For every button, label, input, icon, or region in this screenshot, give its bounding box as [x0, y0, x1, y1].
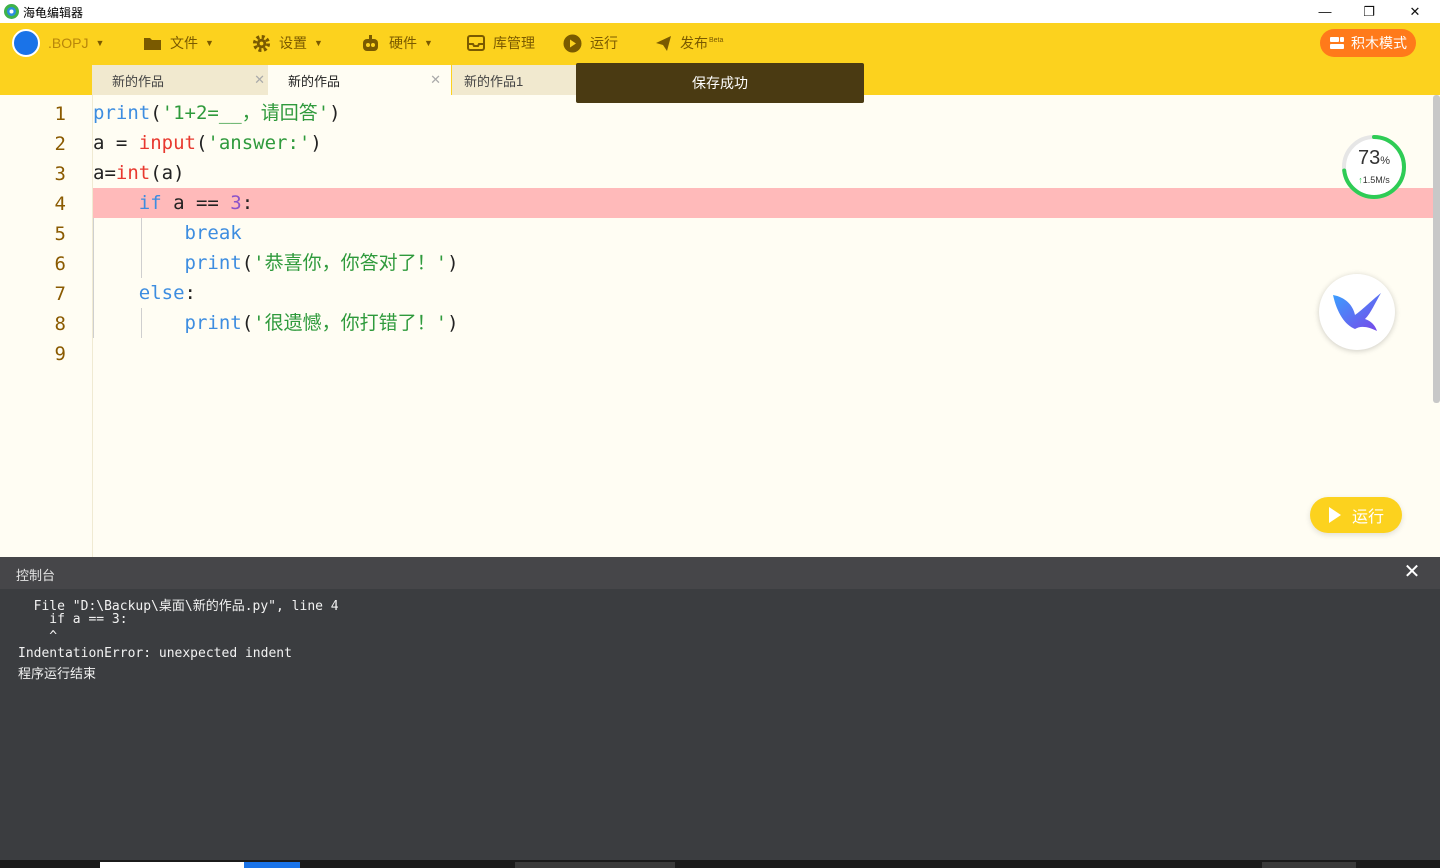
file-menu[interactable]: 文件 ▼: [143, 23, 214, 63]
code-line[interactable]: print('恭喜你，你答对了！'): [93, 248, 459, 278]
os-taskbar: [0, 860, 1440, 868]
paper-plane-icon: [656, 35, 671, 51]
line-number: 1: [54, 103, 66, 125]
taskbar-item[interactable]: [515, 862, 675, 868]
console-output-line: ^: [18, 629, 58, 644]
run-button-label: 运行: [1351, 509, 1384, 526]
line-number-gutter: 1 2 3 4 5 6 7 8 9: [0, 95, 93, 557]
taskbar-item[interactable]: [244, 862, 300, 868]
taskbar-clock: [1262, 862, 1356, 868]
user-name: .BOPJ: [48, 35, 89, 51]
play-circle-icon: [563, 34, 582, 52]
close-icon[interactable]: ✕: [254, 72, 265, 88]
hardware-menu-label: 硬件: [389, 35, 417, 51]
blocks-icon: [1330, 37, 1344, 49]
line-number: 2: [54, 133, 66, 155]
console-output-line: 程序运行结束: [18, 667, 97, 682]
tab-label: 新的作品: [112, 73, 165, 89]
tab-label: 新的作品1: [464, 73, 524, 89]
run-menu-button[interactable]: 运行: [563, 23, 618, 63]
line-number: 5: [54, 223, 66, 245]
publish-label: 发布: [680, 35, 708, 51]
run-button[interactable]: 运行: [1310, 497, 1402, 533]
library-label: 库管理: [493, 35, 535, 51]
line-number: 4: [54, 193, 66, 215]
chevron-down-icon: ▼: [205, 38, 214, 48]
code-line[interactable]: print('1+2=__，请回答'): [93, 98, 341, 128]
minimize-button[interactable]: —: [1302, 0, 1348, 23]
block-mode-label: 积木模式: [1351, 35, 1407, 51]
close-icon[interactable]: ✕: [1402, 562, 1422, 582]
publish-button[interactable]: 发布 Beta: [655, 23, 723, 63]
close-icon[interactable]: ✕: [430, 72, 441, 88]
percent-sign: %: [1380, 155, 1391, 167]
code-line[interactable]: print('很遗憾，你打错了！'): [93, 308, 459, 338]
tab-file-2[interactable]: 新的作品 ✕: [268, 65, 451, 95]
code-line[interactable]: a=int(a): [93, 158, 185, 188]
editor-scrollbar[interactable]: [1433, 95, 1440, 403]
gear-icon: [252, 34, 271, 52]
tab-file-1[interactable]: 新的作品 ✕: [92, 65, 275, 95]
play-icon: [1328, 507, 1341, 523]
line-number: 3: [54, 163, 66, 185]
title-bar: 海龟编辑器 — ❐ ✕: [0, 0, 1440, 23]
code-line[interactable]: if a == 3:: [93, 188, 253, 218]
restore-button[interactable]: ❐: [1346, 0, 1392, 23]
taskbar-item[interactable]: [100, 862, 244, 868]
user-menu[interactable]: .BOPJ ▼: [48, 23, 104, 63]
console-output-line: if a == 3:: [18, 612, 128, 627]
console-output-line: IndentationError: unexpected indent: [18, 646, 292, 661]
library-button[interactable]: 库管理: [467, 23, 535, 63]
code-line[interactable]: break: [93, 218, 242, 248]
beta-badge: Beta: [709, 36, 724, 44]
line-number: 8: [54, 313, 66, 335]
main-toolbar: .BOPJ ▼ 文件 ▼ 设置 ▼ 硬件 ▼ 库管理 运行 发布 Beta 积木…: [0, 23, 1440, 63]
code-editor[interactable]: 1 2 3 4 5 6 7 8 9 print('1+2=__，请回答') a =…: [0, 95, 1440, 557]
robot-icon: [363, 34, 378, 51]
line-number: 6: [54, 253, 66, 275]
tab-label: 新的作品: [288, 73, 341, 89]
block-mode-button[interactable]: 积木模式: [1320, 29, 1416, 57]
folder-icon: [144, 37, 161, 50]
save-success-toast: 保存成功: [576, 63, 864, 103]
line-number: 7: [54, 283, 66, 305]
close-window-button[interactable]: ✕: [1392, 0, 1438, 23]
settings-menu[interactable]: 设置 ▼: [252, 23, 323, 63]
speed-percent: 73: [1357, 147, 1381, 169]
settings-menu-label: 设置: [279, 35, 307, 51]
console-panel: 控制台 ✕ File "D:\Backup\桌面\新的作品.py", line …: [0, 557, 1440, 860]
window-title: 海龟编辑器: [23, 6, 84, 20]
network-speed-widget[interactable]: 73% ↑1.5M/s: [1340, 133, 1408, 201]
app-logo-icon: [4, 4, 19, 19]
console-header: 控制台 ✕: [0, 557, 1440, 589]
tab-file-3[interactable]: 新的作品1: [452, 65, 582, 95]
file-menu-label: 文件: [170, 35, 198, 51]
hardware-menu[interactable]: 硬件 ▼: [360, 23, 433, 63]
speed-rate: 1.5M/s: [1362, 175, 1390, 185]
run-menu-label: 运行: [590, 35, 618, 51]
code-line[interactable]: a = input('answer:'): [93, 128, 322, 158]
line-number: 9: [54, 343, 66, 365]
inbox-icon: [467, 35, 485, 51]
avatar[interactable]: [12, 29, 40, 57]
error-line-highlight: [93, 188, 1440, 218]
chevron-down-icon: ▼: [95, 38, 105, 48]
chevron-down-icon: ▼: [314, 38, 323, 48]
chevron-down-icon: ▼: [424, 38, 433, 48]
console-title: 控制台: [16, 568, 56, 583]
code-line[interactable]: else:: [93, 278, 196, 308]
hummingbird-icon[interactable]: [1319, 274, 1395, 350]
